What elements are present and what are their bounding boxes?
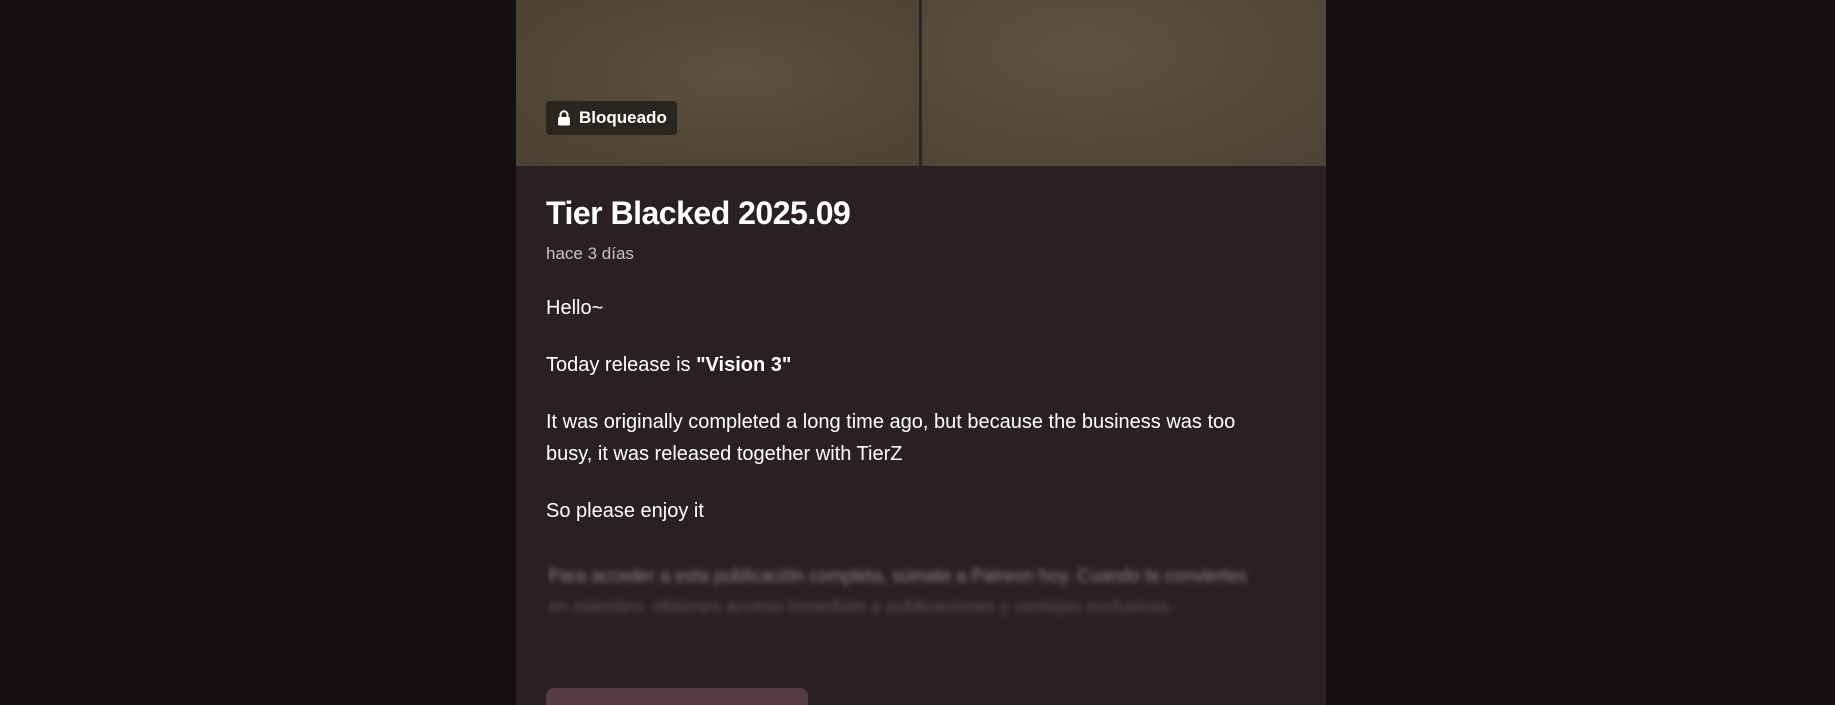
join-button[interactable] <box>546 688 808 705</box>
media-thumbnail-left[interactable] <box>516 0 919 166</box>
media-thumbnail-right[interactable] <box>922 0 1326 166</box>
post-media-gallery[interactable]: Bloqueado <box>516 0 1326 166</box>
post-title[interactable]: Tier Blacked 2025.09 <box>546 195 851 232</box>
locked-badge-label: Bloqueado <box>579 108 667 127</box>
lock-icon <box>558 110 570 126</box>
release-name: "Vision 3" <box>696 354 792 376</box>
post-note: It was originally completed a long time … <box>546 411 1236 465</box>
post-greeting: Hello~ <box>546 297 604 319</box>
post-card: Bloqueado Tier Blacked 2025.09 hace 3 dí… <box>516 0 1326 705</box>
locked-badge: Bloqueado <box>546 101 677 135</box>
post-closing: So please enjoy it <box>546 500 704 522</box>
locked-content-teaser: Para acceder a esta publicación completa… <box>548 566 1248 617</box>
post-release-line: Today release is "Vision 3" <box>546 349 1276 381</box>
post-timestamp[interactable]: hace 3 días <box>546 244 634 264</box>
release-prefix: Today release is <box>546 354 697 376</box>
